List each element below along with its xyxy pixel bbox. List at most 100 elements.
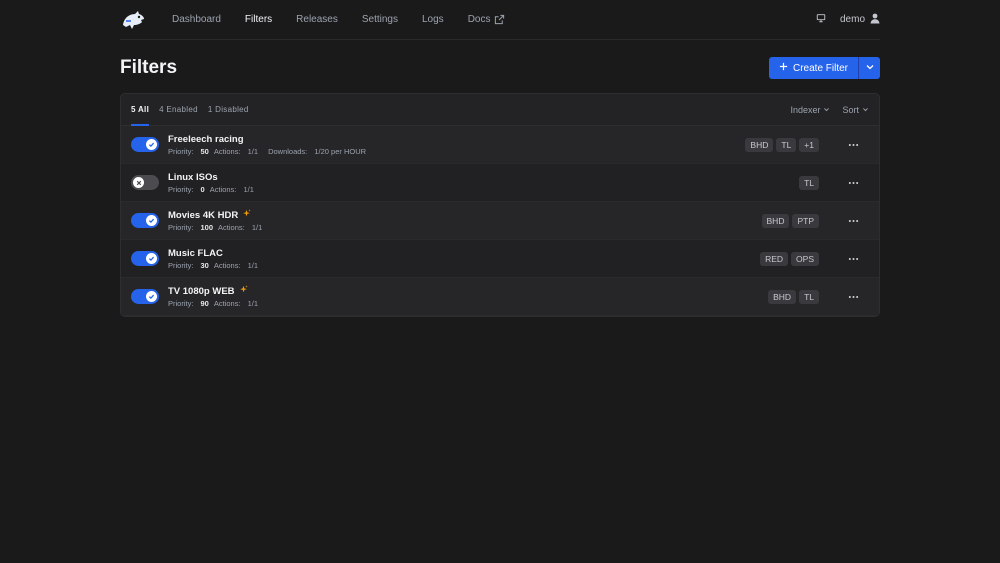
filter-row: Music FLAC Priority: 30 Actions: 1/1 RED OPS — [121, 240, 879, 278]
filter-actions: Actions: 1/1 — [214, 261, 263, 270]
actions-value: 1/1 — [247, 146, 259, 156]
nav-filters[interactable]: Filters — [233, 0, 284, 40]
downloads-label: Downloads: — [268, 146, 308, 156]
filter-name[interactable]: Linux ISOs — [168, 172, 264, 183]
filter-priority: Priority: 30 — [168, 261, 209, 270]
filters-panel: 5 All 4 Enabled 1 Disabled Indexer Sort — [120, 93, 880, 317]
more-options-icon[interactable] — [845, 257, 861, 261]
nav-logs[interactable]: Logs — [410, 0, 456, 40]
page-title: Filters — [120, 57, 178, 78]
actions-value: 1/1 — [251, 223, 263, 232]
actions-label: Actions: — [218, 223, 245, 232]
filter-enabled-toggle[interactable] — [131, 289, 159, 304]
filter-meta: Priority: 30 Actions: 1/1 — [168, 261, 268, 270]
priority-label: Priority: — [168, 184, 194, 194]
filter-info: Linux ISOs Priority: 0 Actions: 1/1 — [168, 172, 264, 194]
indexer-tag: BHD — [768, 289, 797, 304]
indexer-tag: TL — [776, 137, 797, 152]
indexer-tag: +1 — [799, 137, 819, 152]
indexer-tags: BHD TL +1 — [745, 137, 819, 152]
priority-label: Priority: — [168, 146, 194, 156]
filter-actions: Actions: 1/1 — [214, 299, 263, 308]
filter-row: Movies 4K HDR Priority: 100 Actions: 1/1 BH… — [121, 202, 879, 240]
filter-info: Movies 4K HDR Priority: 100 Actions: 1/1 — [168, 209, 272, 232]
create-filter-dropdown-button[interactable] — [858, 57, 880, 79]
app-logo[interactable] — [120, 6, 148, 34]
indexer-dropdown[interactable]: Indexer — [790, 105, 830, 115]
chevron-down-icon — [862, 105, 869, 115]
filter-priority: Priority: 90 — [168, 299, 209, 308]
plus-icon — [779, 62, 788, 74]
monitor-icon[interactable] — [816, 13, 826, 26]
filter-meta: Priority: 90 Actions: 1/1 — [168, 299, 268, 308]
sort-label: Sort — [842, 104, 859, 115]
actions-value: 1/1 — [247, 260, 259, 270]
filter-enabled-toggle[interactable] — [131, 213, 159, 228]
filter-actions: Actions: 1/1 — [210, 185, 259, 194]
filter-priority: Priority: 50 — [168, 147, 209, 156]
check-icon — [146, 291, 157, 302]
more-options-icon[interactable] — [845, 295, 861, 299]
nav-docs[interactable]: Docs — [456, 0, 518, 40]
indexer-tag: OPS — [791, 251, 819, 266]
filter-downloads: Downloads: 1/20 per HOUR — [268, 147, 371, 156]
indexer-tag: BHD — [761, 213, 790, 228]
filter-name[interactable]: TV 1080p WEB — [168, 285, 268, 297]
filter-info: TV 1080p WEB Priority: 90 Actions: 1/1 — [168, 285, 268, 308]
priority-value: 0 — [200, 184, 205, 194]
nav-settings[interactable]: Settings — [350, 0, 410, 40]
nav-dashboard[interactable]: Dashboard — [160, 0, 233, 40]
filter-name-label: TV 1080p WEB — [168, 285, 235, 297]
chevron-down-icon — [865, 59, 875, 77]
filter-name-label: Movies 4K HDR — [168, 209, 239, 221]
filter-meta: Priority: 50 Actions: 1/1 Downloads: 1/20 … — [168, 147, 376, 156]
priority-label: Priority: — [168, 223, 194, 232]
filter-meta: Priority: 0 Actions: 1/1 — [168, 185, 264, 194]
tab-enabled[interactable]: 4 Enabled — [159, 94, 198, 126]
filter-name-label: Freeleech racing — [168, 133, 244, 145]
filter-row: Linux ISOs Priority: 0 Actions: 1/1 TL — [121, 164, 879, 202]
filter-enabled-toggle[interactable] — [131, 251, 159, 266]
indexer-label: Indexer — [790, 104, 821, 115]
user-menu[interactable]: demo — [840, 13, 880, 27]
filters-toolbar: 5 All 4 Enabled 1 Disabled Indexer Sort — [121, 94, 879, 126]
more-options-icon[interactable] — [845, 181, 861, 185]
filter-priority: Priority: 100 — [168, 223, 213, 232]
priority-value: 30 — [200, 260, 209, 270]
create-filter-button[interactable]: Create Filter — [768, 57, 858, 79]
filter-actions: Actions: 1/1 — [214, 147, 263, 156]
create-filter-group: Create Filter — [768, 57, 880, 79]
more-options-icon[interactable] — [845, 219, 861, 223]
filter-enabled-toggle[interactable] — [131, 175, 159, 190]
page-header: Filters Create Filter — [120, 56, 880, 80]
x-icon — [133, 177, 144, 188]
tab-disabled[interactable]: 1 Disabled — [208, 94, 249, 126]
sparkles-icon — [239, 285, 248, 297]
indexer-tag: PTP — [792, 213, 819, 228]
actions-label: Actions: — [213, 146, 241, 156]
priority-label: Priority: — [168, 260, 194, 270]
indexer-tag: TL — [799, 175, 819, 190]
nav-releases[interactable]: Releases — [284, 0, 350, 40]
filter-name[interactable]: Music FLAC — [168, 248, 268, 259]
check-icon — [146, 253, 157, 264]
indexer-tags: TL — [799, 175, 819, 190]
filter-actions: Actions: 1/1 — [218, 223, 267, 232]
filter-priority: Priority: 0 — [168, 185, 205, 194]
user-icon — [870, 13, 880, 27]
check-icon — [146, 215, 157, 226]
more-options-icon[interactable] — [845, 143, 861, 147]
tab-all[interactable]: 5 All — [131, 94, 150, 126]
filter-name[interactable]: Movies 4K HDR — [168, 209, 272, 221]
sort-dropdown[interactable]: Sort — [842, 105, 869, 115]
priority-value: 50 — [200, 146, 209, 156]
filter-info: Freeleech racing Priority: 50 Actions: 1/1… — [168, 134, 376, 156]
downloads-value: 1/20 per HOUR — [314, 146, 367, 156]
priority-value: 90 — [200, 299, 209, 308]
filter-name-label: Linux ISOs — [168, 171, 218, 183]
indexer-tags: BHD PTP — [761, 213, 819, 228]
filter-info: Music FLAC Priority: 30 Actions: 1/1 — [168, 248, 268, 270]
filter-enabled-toggle[interactable] — [131, 137, 159, 152]
filter-name[interactable]: Freeleech racing — [168, 134, 376, 145]
nav-docs-label: Docs — [467, 14, 491, 25]
